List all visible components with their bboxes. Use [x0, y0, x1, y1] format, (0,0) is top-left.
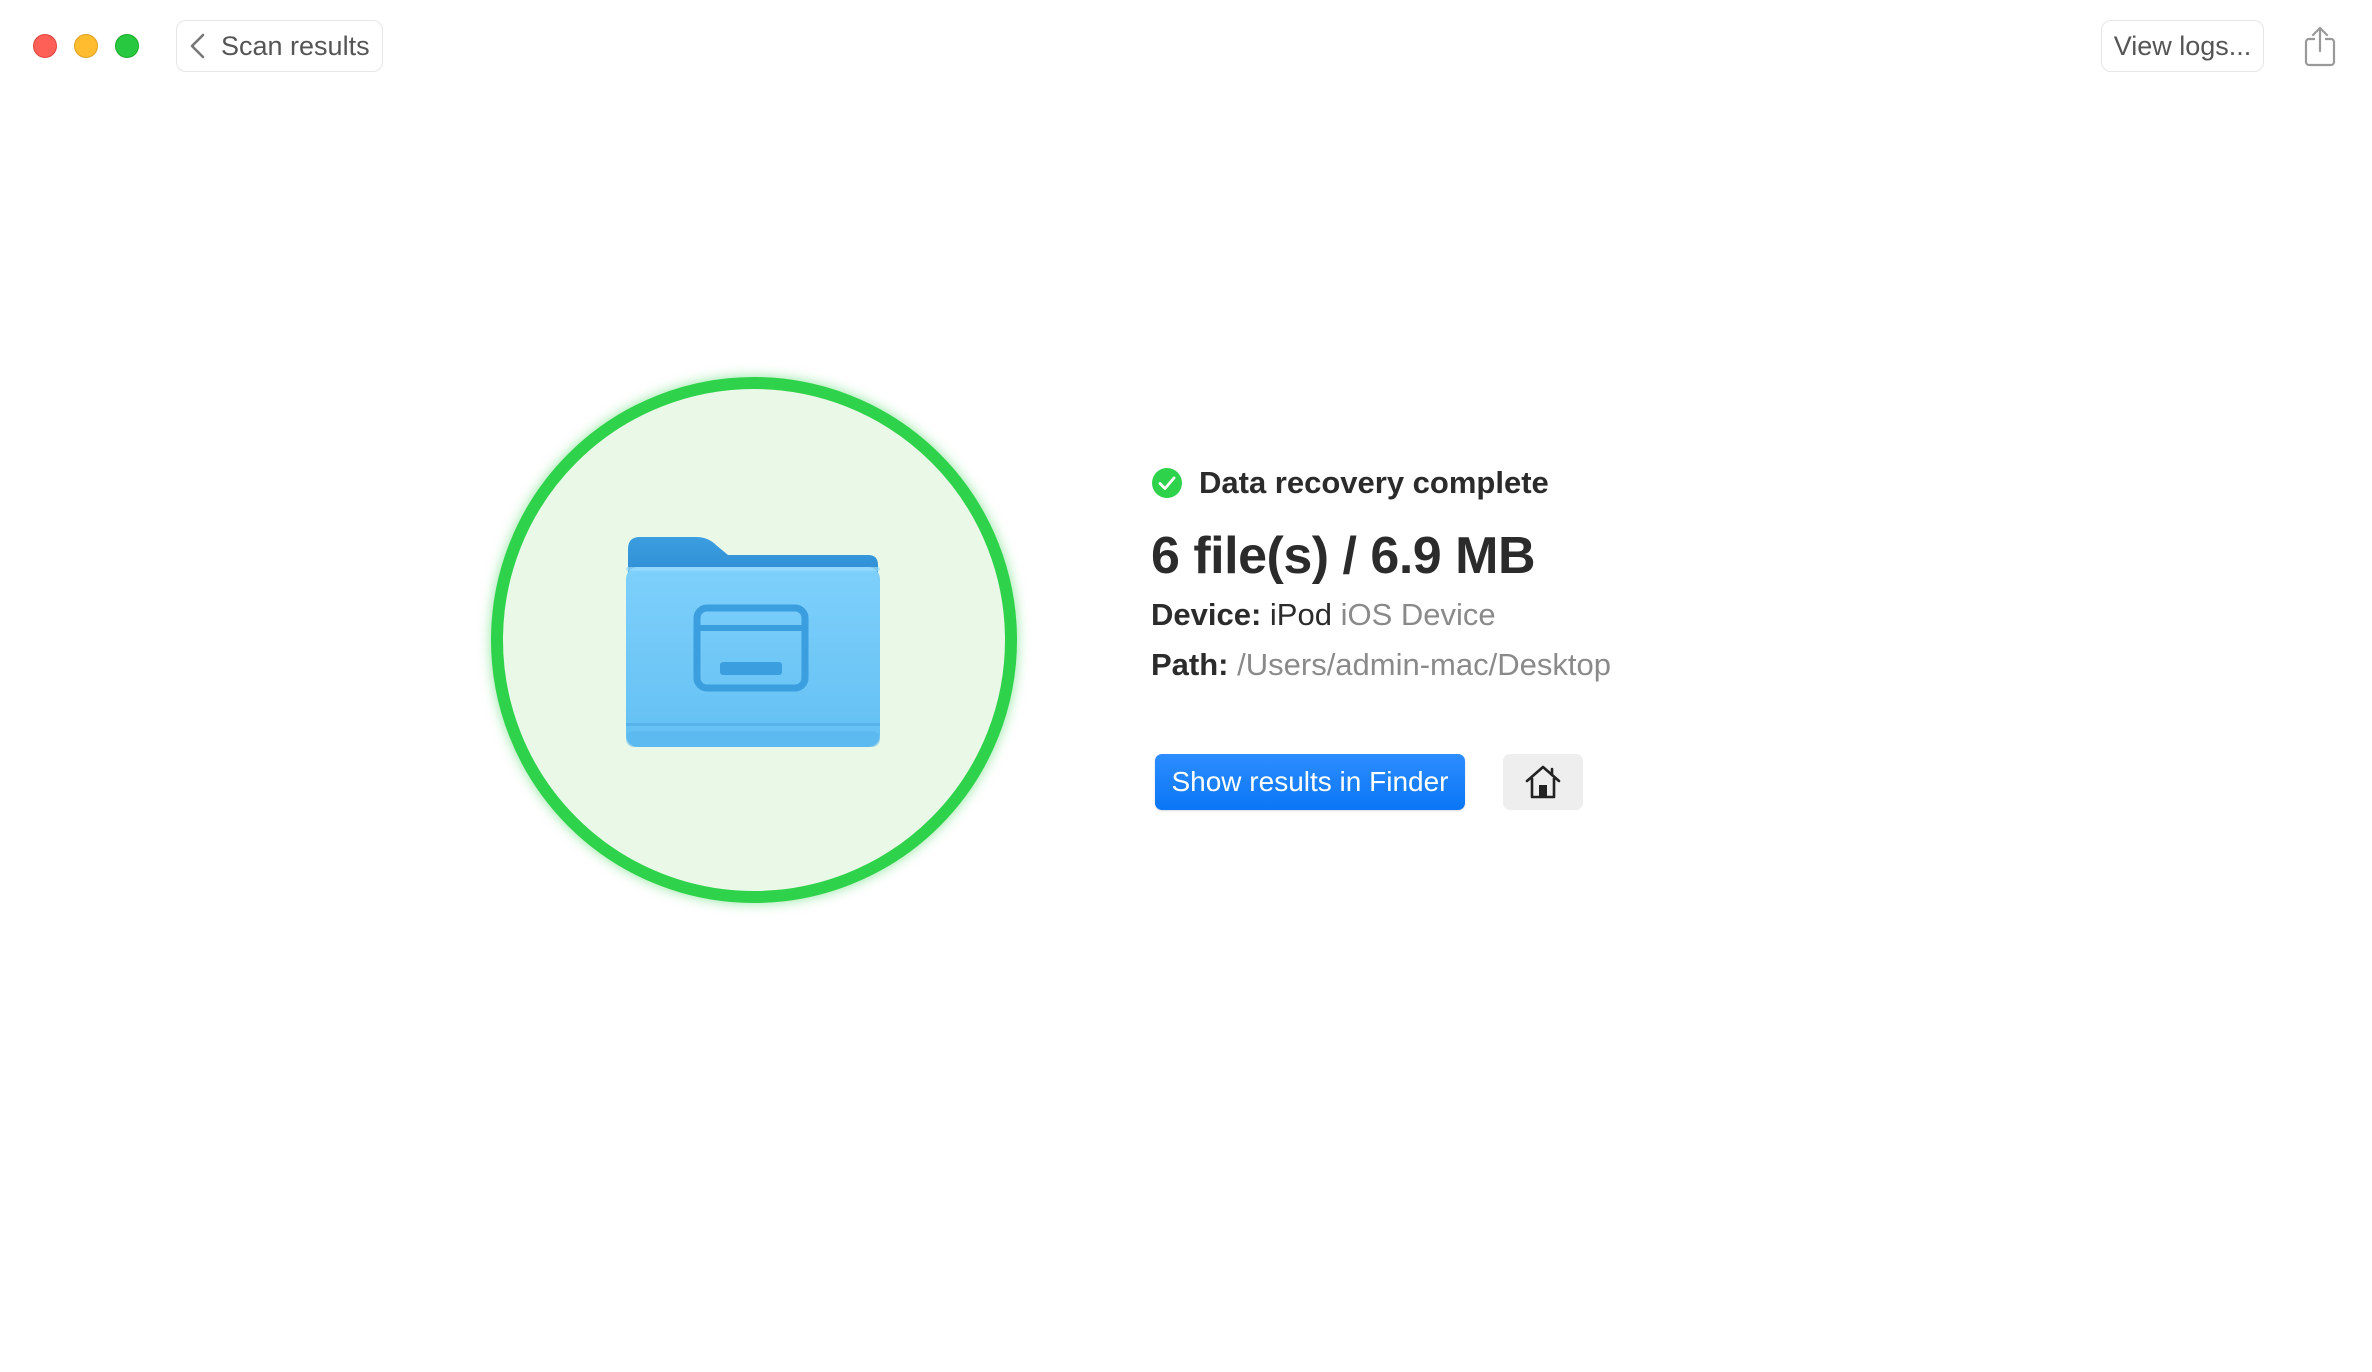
device-row: Device: iPod iOS Device: [1151, 590, 1611, 640]
action-buttons: Show results in Finder: [1155, 754, 1583, 810]
recovery-summary: 6 file(s) / 6.9 MB: [1151, 527, 1535, 585]
share-icon[interactable]: [2300, 24, 2340, 68]
home-button[interactable]: [1503, 754, 1583, 810]
device-name: iPod: [1269, 597, 1332, 632]
path-row: Path: /Users/admin-mac/Desktop: [1151, 640, 1611, 690]
show-results-in-finder-button[interactable]: Show results in Finder: [1155, 754, 1465, 810]
device-type: iOS Device: [1340, 597, 1496, 632]
checkmark-circle-icon: [1152, 468, 1182, 498]
path-key: Path:: [1151, 647, 1229, 682]
folder-icon: [626, 537, 880, 747]
home-icon: [1525, 765, 1561, 799]
zoom-window-button[interactable]: [115, 34, 139, 58]
back-to-scan-results-button[interactable]: Scan results: [176, 20, 383, 72]
chevron-left-icon: [190, 33, 205, 59]
status-message: Data recovery complete: [1199, 465, 1549, 500]
window-controls: [33, 34, 139, 58]
path-value: /Users/admin-mac/Desktop: [1237, 647, 1611, 682]
close-window-button[interactable]: [33, 34, 57, 58]
result-info: Data recovery complete 6 file(s) / 6.9 M…: [1151, 460, 1611, 690]
device-key: Device:: [1151, 597, 1262, 632]
back-button-label: Scan results: [221, 30, 370, 61]
status-row: Data recovery complete: [1151, 460, 1611, 506]
app-window: Scan results View logs... Data recovery …: [0, 0, 2372, 1372]
view-logs-button[interactable]: View logs...: [2101, 20, 2264, 72]
minimize-window-button[interactable]: [74, 34, 98, 58]
